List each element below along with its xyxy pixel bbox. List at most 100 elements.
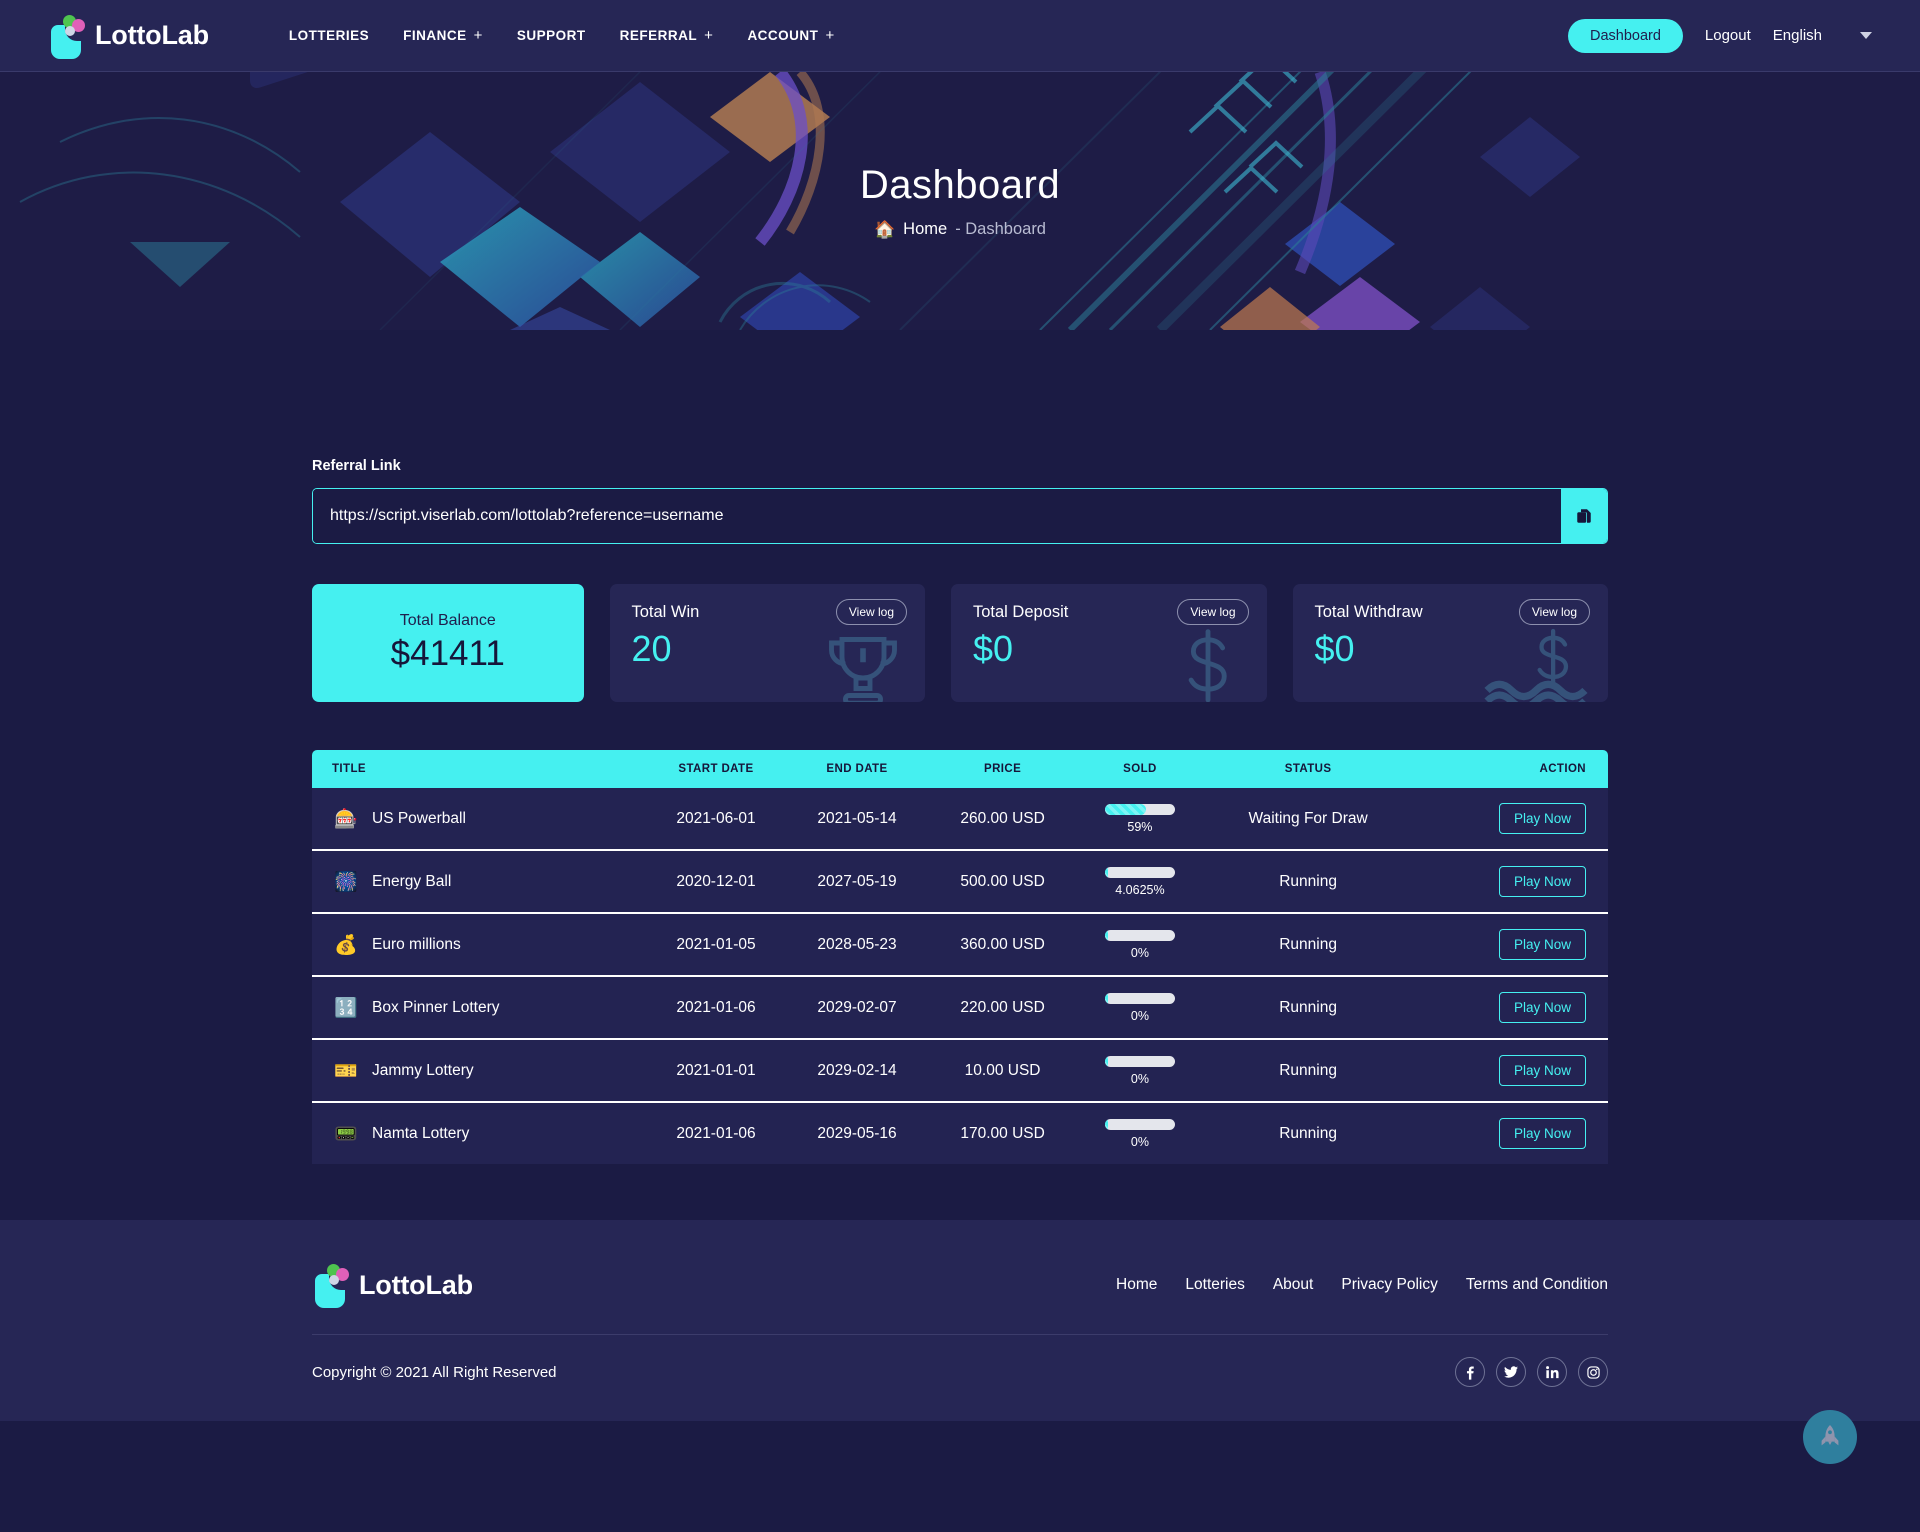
lottery-icon: 🎆 — [334, 871, 358, 893]
play-now-button[interactable]: Play Now — [1498, 992, 1586, 1023]
language-selector[interactable]: English — [1773, 27, 1872, 44]
stat-cards: Total Balance $41411 Total Win 20 View l… — [312, 584, 1608, 702]
cell-status: Running — [1279, 1124, 1337, 1142]
footer-link-home[interactable]: Home — [1116, 1276, 1157, 1294]
lottery-icon: 🎰 — [334, 808, 358, 830]
logo[interactable]: LottoLab — [48, 13, 209, 59]
view-log-button[interactable]: View log — [1177, 599, 1249, 625]
table-row: 🎰 US Powerball 2021-06-01 2021-05-14 260.00 … — [312, 788, 1608, 850]
cell-start-date: 2021-01-06 — [676, 1124, 756, 1142]
cell-sold: 4.0625% — [1078, 850, 1202, 913]
cell-start-date: 2021-01-01 — [676, 1061, 756, 1079]
play-now-button[interactable]: Play Now — [1498, 866, 1586, 897]
cell-sold: 59% — [1078, 788, 1202, 850]
sold-percent-label: 0% — [1130, 945, 1149, 960]
referral-link-label: Referral Link — [312, 458, 401, 474]
social-links — [1455, 1357, 1608, 1387]
copyright-text: Copyright © 2021 All Right Reserved — [312, 1363, 557, 1381]
page-title: Dashboard — [859, 163, 1061, 207]
cell-status: Running — [1279, 935, 1337, 953]
play-now-button[interactable]: Play Now — [1498, 803, 1586, 834]
scroll-to-top-button[interactable] — [1803, 1410, 1857, 1464]
nav-item-lotteries[interactable]: LOTTERIES — [289, 28, 369, 43]
cell-status: Waiting For Draw — [1248, 809, 1368, 827]
cell-price: 500.00 USD — [960, 872, 1045, 890]
footer-link-lotteries[interactable]: Lotteries — [1185, 1276, 1244, 1294]
logout-link[interactable]: Logout — [1705, 27, 1751, 44]
lottery-table: TITLE START DATE END DATE PRICE SOLD STA… — [312, 750, 1608, 1164]
cell-sold: 0% — [1078, 976, 1202, 1039]
column-title: TITLE — [312, 750, 646, 788]
linkedin-icon[interactable] — [1537, 1357, 1567, 1387]
table-row: 🎫 Jammy Lottery 2021-01-01 2029-02-14 10.00 … — [312, 1039, 1608, 1102]
instagram-icon[interactable] — [1578, 1357, 1608, 1387]
footer-logo[interactable]: LottoLab — [312, 1262, 473, 1308]
play-now-button[interactable]: Play Now — [1498, 929, 1586, 960]
cell-action: Play Now — [1414, 976, 1608, 1039]
copy-referral-button[interactable] — [1561, 489, 1607, 543]
breadcrumb-home[interactable]: Home — [903, 220, 947, 239]
view-log-button[interactable]: View log — [835, 599, 907, 625]
breadcrumb: 🏠 Home - Dashboard — [874, 220, 1046, 239]
lottery-icon: 💰 — [334, 934, 358, 956]
stat-value: $41411 — [390, 634, 505, 673]
cell-price: 360.00 USD — [960, 935, 1045, 953]
nav-label: FINANCE — [403, 28, 467, 43]
cell-title: 🎰 US Powerball — [312, 788, 645, 850]
nav-label: REFERRAL — [619, 28, 698, 43]
lottolab-logo-icon — [312, 1262, 350, 1308]
cell-action: Play Now — [1414, 788, 1608, 850]
lottery-icon: 📟 — [334, 1123, 358, 1145]
footer-link-terms[interactable]: Terms and Condition — [1466, 1276, 1608, 1294]
cell-sold: 0% — [1078, 913, 1202, 976]
nav-item-support[interactable]: SUPPORT — [517, 28, 586, 43]
column-start-date: START DATE — [645, 750, 787, 788]
site-footer: LottoLab Home Lotteries About Privacy Po… — [0, 1220, 1920, 1421]
table-row: 📟 Namta Lottery 2021-01-06 2029-05-16 170.00… — [312, 1102, 1608, 1164]
table-row: 🔢 Box Pinner Lottery 2021-01-06 2029-02-07 2… — [312, 976, 1608, 1039]
column-price: PRICE — [927, 750, 1078, 788]
stat-value: $0 — [1314, 628, 1355, 669]
play-now-button[interactable]: Play Now — [1498, 1055, 1586, 1086]
cell-price: 220.00 USD — [960, 998, 1045, 1016]
logo-text: LottoLab — [95, 20, 209, 50]
nav-label: ACCOUNT — [747, 28, 819, 43]
lottery-icon: 🎫 — [334, 1060, 358, 1082]
cell-action: Play Now — [1414, 850, 1608, 913]
cell-title: 💰 Euro millions — [312, 913, 645, 976]
cell-title: 🎫 Jammy Lottery — [312, 1039, 645, 1102]
referral-link-input[interactable] — [313, 489, 1561, 543]
sold-percent-label: 0% — [1130, 1071, 1149, 1086]
cell-end-date: 2021-05-14 — [817, 809, 897, 827]
stat-label: Total Balance — [399, 612, 496, 629]
lottery-title: Jammy Lottery — [372, 1061, 474, 1079]
main-content: Referral Link Total Balance $41411 Total… — [0, 330, 1920, 1220]
plus-icon: + — [704, 27, 714, 44]
rocket-icon — [1821, 1425, 1839, 1446]
twitter-icon[interactable] — [1496, 1357, 1526, 1387]
stat-card-total-withdraw: Total Withdraw $0 View log — [1292, 584, 1608, 702]
nav-item-referral[interactable]: REFERRAL + — [620, 28, 714, 43]
view-log-button[interactable]: View log — [1518, 599, 1590, 625]
dashboard-button[interactable]: Dashboard — [1567, 18, 1683, 53]
facebook-icon[interactable] — [1455, 1357, 1485, 1387]
sold-progress-bar — [1104, 1118, 1175, 1130]
cell-price: 170.00 USD — [960, 1124, 1045, 1142]
footer-logo-text: LottoLab — [359, 1269, 473, 1300]
footer-link-privacy-policy[interactable]: Privacy Policy — [1341, 1276, 1437, 1294]
nav-item-account[interactable]: ACCOUNT + — [747, 28, 834, 43]
stat-value: 20 — [631, 628, 672, 669]
sold-percent-label: 4.0625% — [1115, 882, 1165, 897]
lottolab-logo-icon — [48, 13, 86, 59]
lottery-icon: 🔢 — [334, 997, 358, 1019]
sold-progress-bar — [1104, 929, 1175, 941]
chevron-down-icon[interactable] — [1860, 32, 1872, 39]
nav-item-finance[interactable]: FINANCE + — [403, 28, 483, 43]
footer-link-about[interactable]: About — [1273, 1276, 1314, 1294]
cell-sold: 0% — [1078, 1039, 1202, 1102]
cell-start-date: 2021-01-06 — [676, 998, 756, 1016]
play-now-button[interactable]: Play Now — [1498, 1118, 1586, 1149]
sold-progress-bar — [1104, 866, 1175, 878]
lottery-title: Euro millions — [372, 935, 461, 953]
cell-sold: 0% — [1078, 1102, 1202, 1164]
